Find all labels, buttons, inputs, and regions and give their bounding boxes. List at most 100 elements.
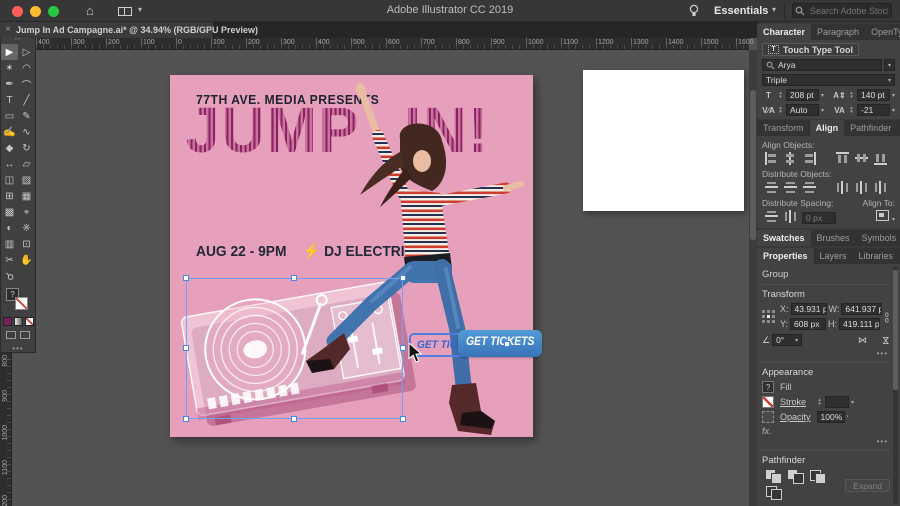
artboard-tool[interactable]: ⊡: [18, 236, 35, 252]
tab-libraries[interactable]: Libraries: [853, 248, 900, 264]
tab-swatches[interactable]: Swatches: [757, 230, 811, 246]
x-field[interactable]: 43.931 px: [791, 303, 827, 315]
selection-handle[interactable]: [400, 345, 406, 351]
rotation-field[interactable]: 0°▾: [772, 334, 802, 346]
canvas-vertical-scrollbar[interactable]: [749, 50, 757, 506]
shaper-tool[interactable]: ∿: [18, 124, 35, 140]
draw-normal-icon[interactable]: [6, 331, 16, 339]
align-h-right-icon[interactable]: [802, 152, 817, 165]
spacing-value-field[interactable]: 0 px: [802, 212, 836, 224]
tab-layers[interactable]: Layers: [814, 248, 853, 264]
column-graph-tool[interactable]: ▥: [1, 236, 18, 252]
stroke-chip[interactable]: [762, 396, 774, 408]
opacity-chip[interactable]: [762, 411, 774, 423]
touch-type-tool-button[interactable]: T Touch Type Tool: [762, 43, 859, 56]
tracking-dropdown[interactable]: ▾: [892, 107, 895, 114]
chevron-down-icon[interactable]: ▾: [772, 5, 776, 14]
spacing-h-icon[interactable]: [783, 210, 798, 223]
eraser-tool[interactable]: ◆: [1, 140, 18, 156]
tracking-field[interactable]: -21: [857, 104, 890, 116]
gradient-chip[interactable]: [14, 317, 23, 326]
fill-stroke-widget[interactable]: ?: [1, 287, 35, 317]
scrollbar-thumb[interactable]: [750, 90, 756, 240]
selection-handle[interactable]: [183, 416, 189, 422]
stroke-label[interactable]: Stroke: [780, 397, 806, 407]
tab-character[interactable]: Character: [757, 24, 811, 40]
selection-tool[interactable]: ▶: [1, 44, 18, 60]
selection-handle[interactable]: [183, 275, 189, 281]
lasso-tool[interactable]: ◠: [18, 60, 35, 76]
reference-point-selector[interactable]: [762, 310, 776, 324]
width-tool[interactable]: ↔: [1, 156, 18, 172]
font-style-field[interactable]: Triple▾: [762, 74, 895, 86]
curvature-tool[interactable]: ⌒: [18, 76, 35, 92]
empty-artboard[interactable]: [583, 70, 744, 211]
stroke-weight-field[interactable]: [825, 396, 849, 408]
more-options-dots[interactable]: •••: [762, 437, 888, 446]
scrollbar-thumb[interactable]: [893, 270, 898, 390]
horizontal-ruler[interactable]: 4003002001000100200300400500600700800900…: [0, 38, 749, 50]
distribute-bottom-icon[interactable]: [803, 180, 816, 195]
leading-stepper[interactable]: ▴▾: [848, 91, 855, 99]
rotate-tool[interactable]: ↻: [18, 140, 35, 156]
tab-properties[interactable]: Properties: [757, 248, 814, 264]
free-transform-tool[interactable]: ▱: [18, 156, 35, 172]
align-to-dropdown[interactable]: ▾: [892, 217, 895, 223]
direct-selection-tool[interactable]: ▷: [18, 44, 35, 60]
live-paint-bucket-tool[interactable]: ▨: [18, 172, 35, 188]
pf-intersect-icon[interactable]: [809, 469, 825, 483]
get-tickets-button[interactable]: GET TICKETS: [458, 330, 542, 357]
leading-dropdown[interactable]: ▾: [892, 92, 895, 99]
opacity-label[interactable]: Opacity: [780, 412, 811, 422]
font-size-field[interactable]: 208 pt: [786, 89, 819, 101]
align-v-middle-icon[interactable]: [855, 151, 868, 166]
tab-symbols[interactable]: Symbols: [856, 230, 900, 246]
fill-chip[interactable]: ?: [762, 381, 774, 393]
screen-mode-icon[interactable]: [20, 331, 30, 339]
selection-handle[interactable]: [400, 416, 406, 422]
hand-tool[interactable]: ✋: [18, 252, 35, 268]
leading-field[interactable]: 140 pt: [857, 89, 890, 101]
selection-bounding-box[interactable]: [186, 278, 403, 419]
search-input[interactable]: [808, 4, 890, 17]
gradient-tool[interactable]: ▩: [1, 204, 18, 220]
tab-brushes[interactable]: Brushes: [811, 230, 856, 246]
mesh-tool[interactable]: ▦: [18, 188, 35, 204]
kerning-field[interactable]: Auto: [786, 104, 819, 116]
stroke-weight-dropdown[interactable]: ▾: [851, 399, 854, 406]
selection-handle[interactable]: [400, 275, 406, 281]
color-chip[interactable]: [3, 317, 12, 326]
pencil-tool[interactable]: ✍: [1, 124, 18, 140]
h-field[interactable]: 419.111 px: [839, 318, 880, 330]
tab-pathfinder[interactable]: Pathfinder: [844, 120, 897, 136]
flip-horizontal-icon[interactable]: ⋈: [858, 335, 867, 346]
stroke-weight-stepper[interactable]: ▴▾: [816, 398, 823, 406]
type-tool[interactable]: T: [1, 92, 18, 108]
distribute-hcenter-icon[interactable]: [854, 181, 869, 194]
pf-minus-front-icon[interactable]: [787, 469, 803, 483]
workspace-switcher[interactable]: Essentials: [714, 5, 768, 17]
discover-icon[interactable]: [688, 4, 700, 23]
tab-align[interactable]: Align: [810, 120, 845, 136]
tab-transform[interactable]: Transform: [757, 120, 810, 136]
expand-button[interactable]: Expand: [845, 479, 890, 492]
document-tab[interactable]: × Jump In Ad Campagne.ai* @ 34.94% (RGB/…: [0, 22, 214, 38]
kerning-dropdown[interactable]: ▾: [821, 107, 824, 114]
symbol-sprayer-tool[interactable]: ※: [18, 220, 35, 236]
y-field[interactable]: 608 px: [790, 318, 826, 330]
font-size-dropdown[interactable]: ▾: [821, 92, 824, 99]
opacity-dropdown[interactable]: ›: [847, 414, 849, 420]
tab-paragraph[interactable]: Paragraph: [811, 24, 865, 40]
pf-unite-icon[interactable]: [765, 469, 781, 483]
kerning-stepper[interactable]: ▴▾: [777, 106, 784, 114]
align-to-artboard-icon[interactable]: [876, 210, 889, 221]
toolbar-overflow[interactable]: •••: [1, 344, 35, 353]
fx-button[interactable]: fx.: [762, 426, 772, 436]
selection-handle[interactable]: [504, 341, 510, 347]
pf-exclude-icon[interactable]: [765, 485, 781, 499]
distribute-top-icon[interactable]: [765, 180, 778, 195]
perspective-grid-tool[interactable]: ⊞: [1, 188, 18, 204]
paintbrush-tool[interactable]: ✎: [18, 108, 35, 124]
tracking-stepper[interactable]: ▴▾: [848, 106, 855, 114]
selection-handle[interactable]: [291, 275, 297, 281]
